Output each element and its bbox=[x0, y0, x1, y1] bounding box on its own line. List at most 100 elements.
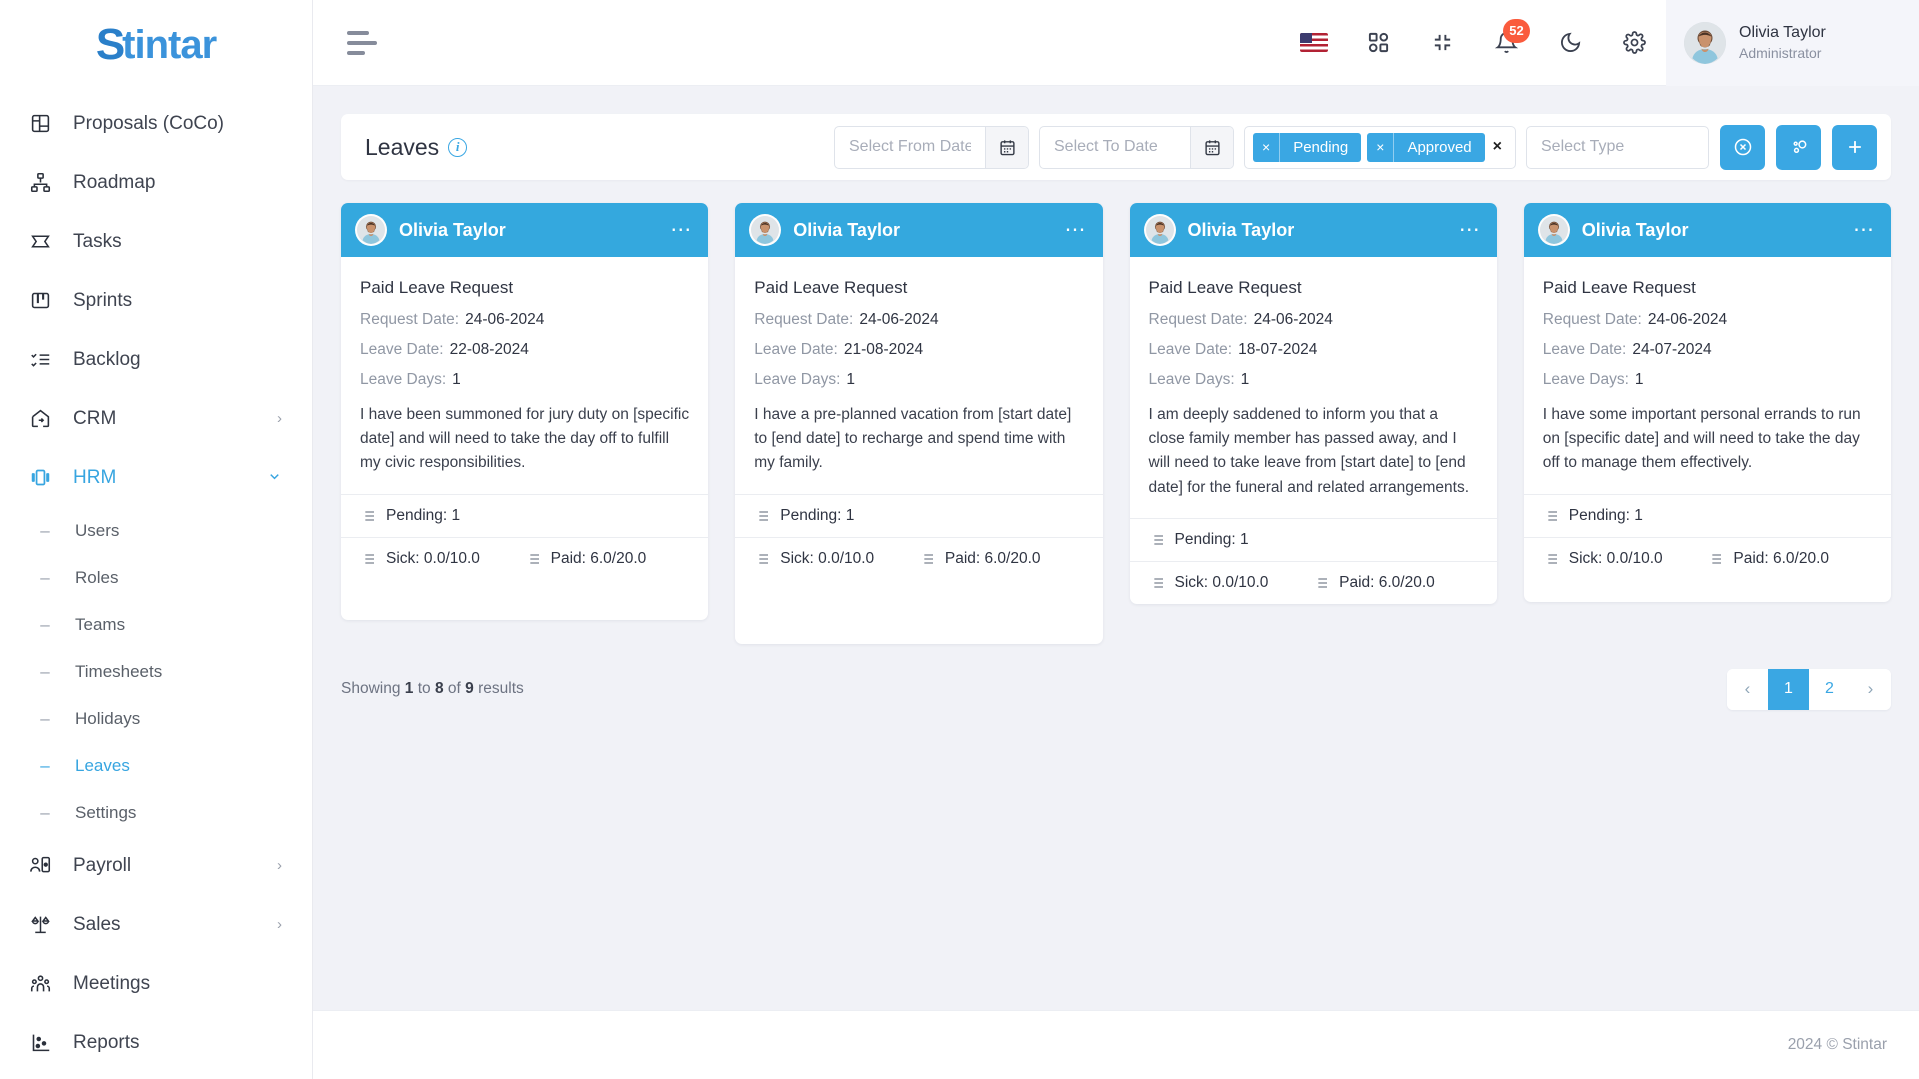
status-tag-pending[interactable]: × Pending bbox=[1253, 132, 1362, 162]
sidebar-item-holidays[interactable]: – Holidays bbox=[0, 695, 312, 742]
leave-date-label: Leave Date: bbox=[1542, 341, 1627, 358]
top-header: 52 Olivia Taylor Administrator bbox=[313, 0, 1919, 86]
sidebar-item-meetings[interactable]: Meetings bbox=[0, 954, 312, 1013]
sidebar-item-sales[interactable]: Sales › bbox=[0, 895, 312, 954]
pagination-next[interactable]: › bbox=[1850, 668, 1891, 710]
status-tag-label: Approved bbox=[1407, 138, 1472, 156]
sidebar-item-hrm[interactable]: HRM bbox=[0, 448, 312, 507]
sidebar-item-reports[interactable]: Reports bbox=[0, 1013, 312, 1072]
main-area: 52 Olivia Taylor Administrator Leaves i … bbox=[313, 0, 1919, 1079]
chevron-right-icon: › bbox=[277, 857, 282, 874]
grid-apps-icon[interactable] bbox=[1352, 17, 1404, 69]
sidebar-item-label: Sales bbox=[73, 913, 121, 935]
from-date-calendar-icon[interactable] bbox=[985, 126, 1028, 168]
sidebar-item-timesheets[interactable]: – Timesheets bbox=[0, 648, 312, 695]
dash-icon: – bbox=[40, 708, 50, 728]
card-spacer bbox=[735, 580, 1102, 644]
card-options-icon[interactable]: ⋯ bbox=[670, 219, 692, 239]
card-options-icon[interactable]: ⋯ bbox=[1853, 219, 1875, 239]
sidebar-item-leaves[interactable]: – Leaves bbox=[0, 742, 312, 789]
collapse-fullscreen-icon[interactable] bbox=[1416, 17, 1468, 69]
request-date-value: 24-06-2024 bbox=[1253, 311, 1333, 328]
sidebar-item-settings[interactable]: – Settings bbox=[0, 789, 312, 836]
request-date-label: Request Date: bbox=[1542, 311, 1642, 328]
sidebar-item-proposals[interactable]: Proposals (CoCo) bbox=[0, 94, 312, 153]
hrm-icon bbox=[27, 465, 53, 491]
leave-card[interactable]: Olivia Taylor ⋯ Paid Leave Request Reque… bbox=[1129, 203, 1497, 604]
pagination-row: Showing 1 to 8 of 9 results ‹ 1 2 › bbox=[313, 644, 1919, 710]
leave-type: Paid Leave Request bbox=[1542, 278, 1696, 297]
pagination-prev[interactable]: ‹ bbox=[1727, 668, 1768, 710]
leave-card-user: Olivia Taylor bbox=[793, 219, 900, 240]
pending-count: Pending: 1 bbox=[780, 506, 855, 524]
results-from: 1 bbox=[404, 680, 414, 698]
status-tag-label: Pending bbox=[1293, 138, 1349, 156]
sidebar-item-label: Meetings bbox=[73, 972, 151, 994]
sidebar-item-teams[interactable]: – Teams bbox=[0, 601, 312, 648]
sidebar-item-roles[interactable]: – Roles bbox=[0, 554, 312, 601]
pagination-page-2[interactable]: 2 bbox=[1809, 668, 1850, 710]
info-icon[interactable]: i bbox=[448, 137, 468, 157]
sidebar-item-payroll[interactable]: Payroll › bbox=[0, 836, 312, 895]
avatar bbox=[1143, 214, 1176, 246]
leave-date-value: 22-08-2024 bbox=[449, 341, 529, 358]
leave-days-label: Leave Days: bbox=[1542, 371, 1629, 388]
sidebar-subitem-label: Leaves bbox=[75, 755, 130, 775]
leave-date-field: Leave Date: 22-08-2024 bbox=[360, 341, 689, 359]
brand-logo[interactable]: Stintar bbox=[0, 0, 312, 90]
list-icon bbox=[754, 508, 770, 524]
request-date-field: Request Date: 24-06-2024 bbox=[1149, 311, 1478, 329]
remove-tag-icon[interactable]: × bbox=[1367, 132, 1395, 162]
leave-cards-row: Olivia Taylor ⋯ Paid Leave Request Reque… bbox=[313, 180, 1919, 644]
reset-filters-button[interactable] bbox=[1720, 124, 1765, 170]
hamburger-icon[interactable] bbox=[347, 30, 377, 55]
avatar bbox=[355, 214, 387, 246]
us-flag-icon[interactable] bbox=[1288, 17, 1340, 69]
moon-dark-mode-icon[interactable] bbox=[1544, 17, 1596, 69]
sidebar-item-label: Reports bbox=[73, 1031, 140, 1053]
advanced-filter-button[interactable] bbox=[1776, 124, 1821, 170]
sidebar-item-label: HRM bbox=[73, 466, 117, 488]
from-date-input[interactable] bbox=[835, 126, 985, 168]
sidebar-item-sprints[interactable]: Sprints bbox=[0, 271, 312, 330]
leave-card[interactable]: Olivia Taylor ⋯ Paid Leave Request Reque… bbox=[735, 203, 1103, 644]
sidebar-item-roadmap[interactable]: Roadmap bbox=[0, 153, 312, 212]
sidebar-item-backlog[interactable]: Backlog bbox=[0, 330, 312, 389]
dash-icon: – bbox=[40, 661, 50, 681]
sidebar-item-users[interactable]: – Users bbox=[0, 507, 312, 554]
gear-icon[interactable] bbox=[1608, 17, 1660, 69]
leave-card-user: Olivia Taylor bbox=[1187, 219, 1295, 240]
leave-days-label: Leave Days: bbox=[1148, 371, 1235, 388]
sidebar-item-crm[interactable]: CRM › bbox=[0, 389, 312, 448]
card-options-icon[interactable]: ⋯ bbox=[1459, 219, 1481, 239]
notifications-bell[interactable]: 52 bbox=[1480, 17, 1532, 69]
status-tag-approved[interactable]: × Approved bbox=[1367, 132, 1485, 162]
from-date-group bbox=[834, 125, 1029, 169]
leave-days-field: Leave Days: 1 bbox=[1543, 371, 1872, 389]
paid-balance-value: Paid: 6.0/20.0 bbox=[1339, 573, 1435, 591]
leave-type: Paid Leave Request bbox=[1148, 278, 1302, 297]
pending-row: Pending: 1 bbox=[1523, 493, 1891, 537]
user-profile[interactable]: Olivia Taylor Administrator bbox=[1666, 0, 1919, 86]
clear-all-tags-icon[interactable]: × bbox=[1488, 138, 1507, 156]
avatar bbox=[1684, 21, 1726, 64]
leave-date-value: 24-07-2024 bbox=[1632, 341, 1712, 358]
request-date-value: 24-06-2024 bbox=[1647, 311, 1728, 328]
leave-card[interactable]: Olivia Taylor ⋯ Paid Leave Request Reque… bbox=[1523, 203, 1891, 602]
leave-card[interactable]: Olivia Taylor ⋯ Paid Leave Request Reque… bbox=[341, 203, 709, 620]
chevron-right-icon: › bbox=[277, 916, 282, 933]
remove-tag-icon[interactable]: × bbox=[1253, 132, 1281, 162]
to-date-calendar-icon[interactable] bbox=[1190, 126, 1233, 168]
leave-description: I am deeply saddened to inform you that … bbox=[1148, 406, 1470, 496]
pagination-page-1[interactable]: 1 bbox=[1768, 668, 1809, 710]
avatar bbox=[749, 214, 782, 246]
leave-date-label: Leave Date: bbox=[360, 341, 444, 358]
sidebar-item-tasks[interactable]: Tasks bbox=[0, 212, 312, 271]
leave-card-body: Paid Leave Request Request Date: 24-06-20… bbox=[735, 257, 1102, 494]
to-date-input[interactable] bbox=[1040, 126, 1190, 168]
add-leave-button[interactable] bbox=[1832, 124, 1877, 170]
card-options-icon[interactable]: ⋯ bbox=[1065, 219, 1087, 239]
sick-balance: Sick: 0.0/10.0 bbox=[360, 550, 525, 568]
sidebar-nav: Proposals (CoCo) Roadmap Tasks Sprints B… bbox=[0, 90, 312, 1072]
type-select[interactable]: Select Type bbox=[1526, 125, 1709, 169]
